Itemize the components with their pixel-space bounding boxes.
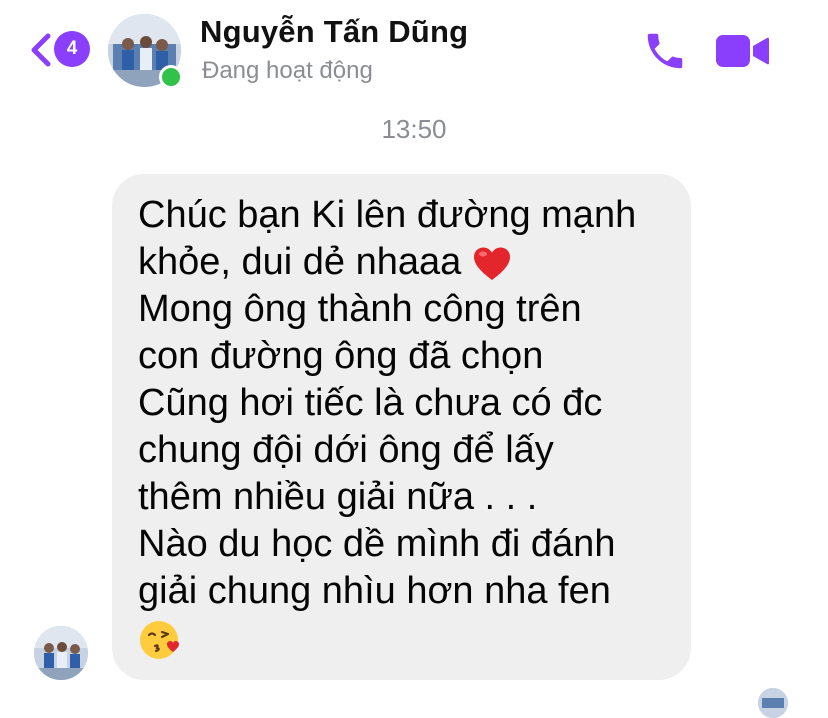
sender-avatar[interactable] — [34, 626, 88, 680]
message-line: Mong ông thành công trên — [138, 288, 582, 330]
message-line-with-emoji: khỏe, dui dẻ nhaaa — [138, 239, 671, 286]
message-line: thêm nhiều giải nữa . . . — [138, 476, 538, 518]
message-line: con đường ông đã chọn — [138, 335, 544, 377]
message-line: chung đội dới ông để lấy — [138, 429, 554, 471]
online-status-dot — [159, 65, 183, 89]
message-line: giải chung nhìu hơn nha fen — [138, 570, 611, 612]
face-blowing-kiss-emoji — [140, 620, 179, 659]
chevron-left-icon — [31, 33, 51, 67]
message-line: Nào du học dề mình đi đánh — [138, 523, 616, 565]
message-timestamp: 13:50 — [381, 114, 447, 144]
avatar-photo — [758, 688, 788, 718]
active-status: Đang hoạt động — [202, 57, 373, 84]
message-line: Chúc bạn Ki lên đường mạnh — [138, 194, 637, 236]
unread-count-badge: 4 — [54, 31, 90, 67]
read-receipt-avatar — [758, 688, 788, 718]
phone-icon[interactable] — [640, 28, 690, 74]
message-line: Cũng hơi tiếc là chưa có đc — [138, 382, 603, 424]
message-bubble[interactable]: Chúc bạn Ki lên đường mạnh khỏe, dui dẻ … — [112, 174, 691, 680]
video-camera-icon[interactable] — [712, 30, 772, 72]
red-heart-emoji — [473, 247, 510, 280]
back-button[interactable]: 4 — [26, 30, 90, 70]
emoji-line — [138, 615, 671, 662]
conversation-header: 4 Nguyễn Tấn Dũng Đang hoạt động — [0, 0, 828, 100]
avatar-photo — [34, 626, 88, 680]
contact-name[interactable]: Nguyễn Tấn Dũng — [200, 14, 468, 50]
message-line-text: khỏe, dui dẻ nhaaa — [138, 241, 462, 283]
